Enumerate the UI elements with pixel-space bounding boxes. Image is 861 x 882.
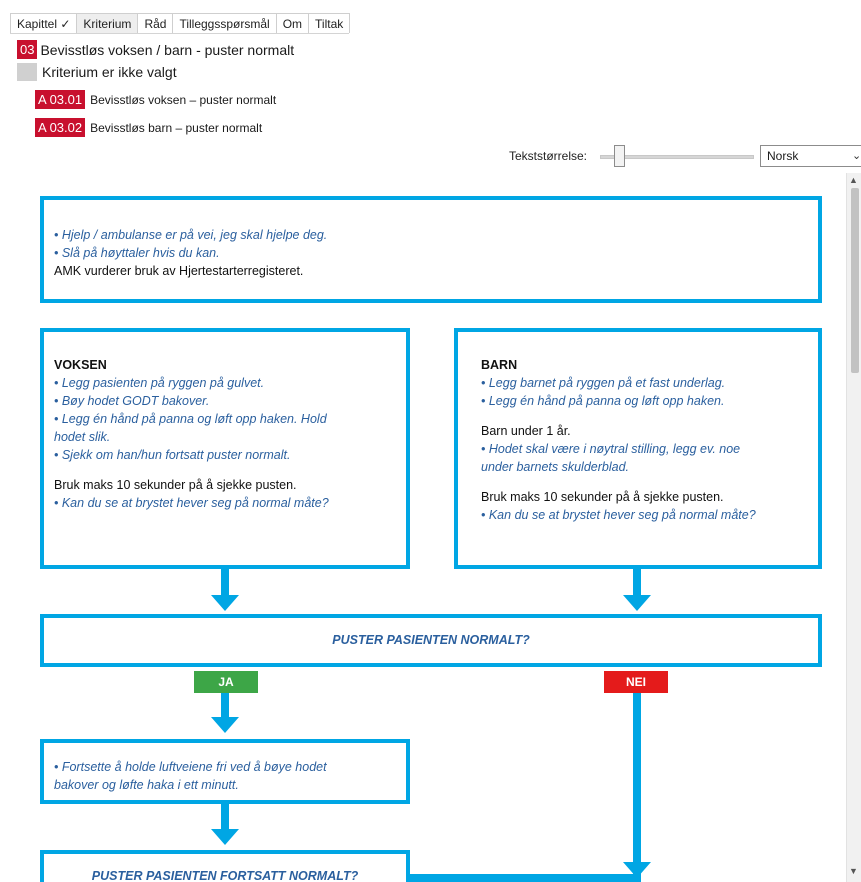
adult-text: VOKSEN • Legg pasienten på ryggen på gul… [54, 356, 399, 512]
chapter-title: Bevisstløs voksen / barn - puster normal… [40, 41, 295, 58]
scroll-down-arrow-icon[interactable]: ▼ [849, 866, 858, 876]
tab-tiltak[interactable]: Tiltak [308, 13, 351, 33]
adult-line: • Bøy hodet GODT bakover. [54, 394, 210, 408]
adult-line: • Legg pasienten på ryggen på gulvet. [54, 376, 265, 390]
child-line: • Hodet skal være i nøytral stilling, le… [481, 442, 741, 456]
adult-line: hodet slik. [54, 430, 111, 444]
adult-line: Bruk maks 10 sekunder på å sjekke pusten… [54, 478, 297, 492]
adult-line: • Kan du se at brystet hever seg på norm… [54, 496, 329, 510]
child-text: BARN • Legg barnet på ryggen på et fast … [481, 356, 811, 524]
tab-kapittel[interactable]: Kapittel ✓ [10, 13, 78, 33]
chevron-down-icon[interactable]: ⌄ [852, 149, 861, 162]
criterion-label: Bevisstløs barn – puster normalt [90, 120, 263, 135]
adult-line: • Legg én hånd på panna og løft opp hake… [54, 412, 327, 426]
arrow-down-icon [211, 717, 239, 733]
tab-rad[interactable]: Råd [137, 13, 174, 33]
criterion-status-indicator [17, 63, 37, 81]
child-line: Bruk maks 10 sekunder på å sjekke pusten… [481, 490, 724, 504]
tab-tilleggssporsmal[interactable]: Tilleggsspørsmål [172, 13, 277, 33]
scrollbar-thumb[interactable] [851, 188, 859, 373]
tab-kriterium[interactable]: Kriterium [76, 13, 139, 33]
criterion-code-badge: A 03.01 [35, 90, 86, 109]
flow-connector [221, 569, 229, 597]
child-line: Barn under 1 år. [481, 424, 571, 438]
intro-text: • Hjelp / ambulanse er på vei, jeg skal … [54, 226, 327, 280]
child-line: • Legg én hånd på panna og løft opp hake… [481, 394, 725, 408]
flow-connector [410, 874, 641, 882]
criterion-status-text: Kriterium er ikke valgt [42, 64, 177, 80]
flow-connector [633, 569, 641, 597]
language-select[interactable]: Norsk [760, 145, 861, 167]
criterion-code-badge: A 03.02 [35, 118, 86, 137]
arrow-down-icon [211, 595, 239, 611]
criterion-status-row: Kriterium er ikke valgt [17, 63, 177, 81]
adult-heading: VOKSEN [54, 358, 107, 372]
criterion-item-a0301[interactable]: A 03.01 Bevisstløs voksen – puster norma… [35, 90, 276, 109]
continue-line: • Fortsette å holde luftveiene fri ved å… [54, 760, 327, 774]
intro-line: • Hjelp / ambulanse er på vei, jeg skal … [54, 228, 328, 242]
flow-connector [221, 804, 229, 831]
chapter-code-badge: 03 [17, 40, 38, 59]
text-size-label: Tekststørrelse: [509, 149, 588, 163]
flow-connector [221, 693, 229, 719]
child-heading: BARN [481, 358, 518, 372]
continue-line: bakover og løfte haka i ett minutt. [54, 778, 239, 792]
continue-text: • Fortsette å holde luftveiene fri ved å… [54, 758, 399, 794]
intro-line: AMK vurderer bruk av Hjertestarterregist… [54, 264, 304, 278]
chapter-header: 03 Bevisstløs voksen / barn - puster nor… [17, 40, 294, 59]
no-badge: NEI [604, 671, 668, 693]
flow-connector [633, 693, 641, 882]
arrow-down-icon [211, 829, 239, 845]
child-line: under barnets skulderblad. [481, 460, 630, 474]
intro-line: • Slå på høyttaler hvis du kan. [54, 246, 220, 260]
question-text: PUSTER PASIENTEN NORMALT? [332, 633, 530, 647]
arrow-down-icon [623, 595, 651, 611]
adult-line: • Sjekk om han/hun fortsatt puster norma… [54, 448, 291, 462]
yes-badge: JA [194, 671, 258, 693]
criterion-item-a0302[interactable]: A 03.02 Bevisstløs barn – puster normalt [35, 118, 262, 137]
tab-om[interactable]: Om [275, 13, 310, 33]
question2-text: PUSTER PASIENTEN FORTSATT NORMALT? [91, 869, 359, 882]
child-line: • Kan du se at brystet hever seg på norm… [481, 508, 756, 522]
criterion-label: Bevisstløs voksen – puster normalt [90, 92, 277, 107]
text-size-slider-thumb[interactable] [614, 145, 626, 167]
scroll-up-arrow-icon[interactable]: ▲ [849, 175, 858, 185]
tab-strip: Kapittel ✓ Kriterium Råd Tilleggsspørsmå… [10, 13, 351, 34]
child-line: • Legg barnet på ryggen på et fast under… [481, 376, 726, 390]
